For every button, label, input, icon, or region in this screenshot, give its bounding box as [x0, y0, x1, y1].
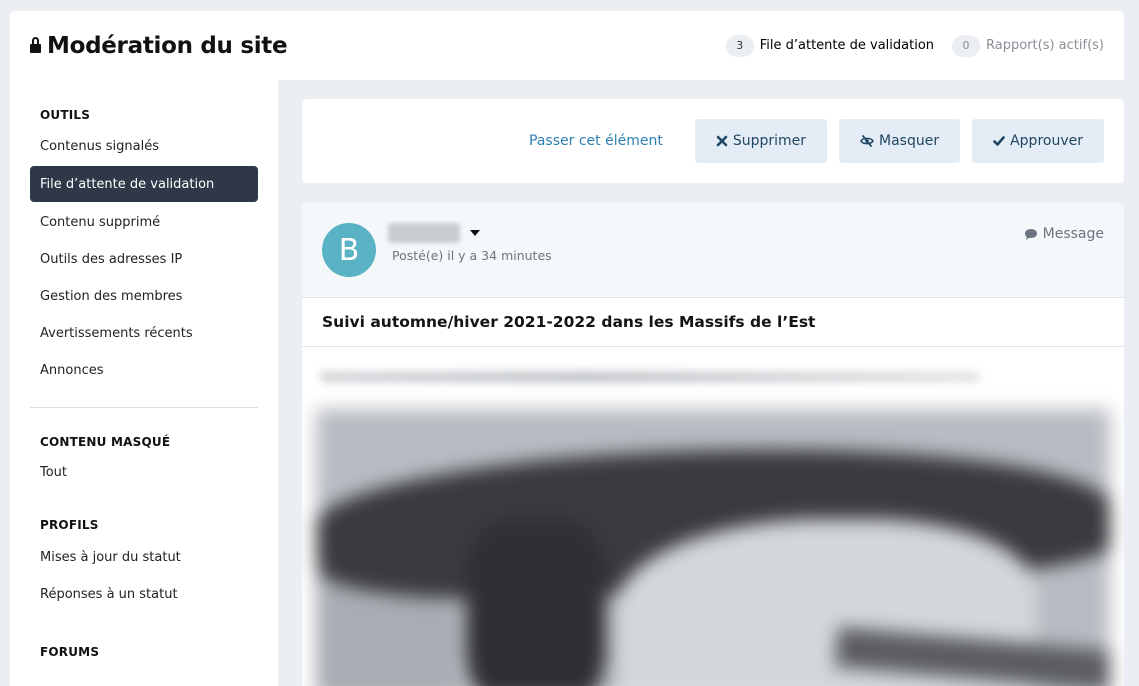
comment-icon: [1024, 228, 1037, 240]
caret-down-icon: [470, 230, 480, 236]
close-icon: [716, 135, 728, 147]
queued-post: B Posté(e) il y a 34 minutes Message Sui…: [302, 203, 1124, 686]
queue-count-badge: 3: [725, 34, 754, 57]
check-icon: [993, 136, 1005, 146]
sidebar-heading-profiles: PROFILS: [40, 518, 99, 532]
header-counts: 3 File d’attente de validation 0 Rapport…: [725, 34, 1104, 57]
sidebar-item-ip-tools[interactable]: Outils des adresses IP: [30, 241, 258, 277]
author-menu[interactable]: [388, 223, 480, 243]
author-name-redacted: [388, 223, 460, 243]
page-title-wrap: Modération du site: [30, 32, 288, 59]
avatar[interactable]: B: [322, 223, 376, 277]
page-title: Modération du site: [47, 32, 288, 59]
hide-button[interactable]: Masquer: [839, 119, 961, 163]
sidebar: OUTILS Contenus signalés File d’attente …: [10, 80, 278, 686]
delete-button[interactable]: Supprimer: [694, 119, 827, 163]
post-header: B Posté(e) il y a 34 minutes Message: [302, 203, 1124, 298]
lock-icon: [30, 36, 41, 53]
message-link-label: Message: [1042, 226, 1104, 242]
sidebar-item-deleted-content[interactable]: Contenu supprimé: [30, 204, 258, 240]
sidebar-item-reported-content[interactable]: Contenus signalés: [30, 128, 258, 164]
sidebar-heading-forums: FORUMS: [40, 645, 100, 659]
sidebar-heading-hidden-content: CONTENU MASQUÉ: [40, 435, 171, 449]
queue-count-label: File d’attente de validation: [759, 38, 935, 53]
message-link[interactable]: Message: [1024, 226, 1104, 242]
sidebar-item-all[interactable]: Tout: [30, 454, 258, 490]
sidebar-item-member-management[interactable]: Gestion des membres: [30, 278, 258, 314]
sidebar-item-announcements[interactable]: Annonces: [30, 352, 258, 388]
post-body: [302, 347, 1124, 686]
sidebar-item-approval-queue[interactable]: File d’attente de validation: [30, 166, 258, 202]
moderation-actions: Passer cet élément Supprimer Masquer App…: [302, 99, 1124, 183]
reports-count-badge: 0: [952, 34, 981, 57]
eye-slash-icon: [860, 135, 874, 147]
approve-button-label: Approuver: [1010, 133, 1083, 149]
reports-count-label: Rapport(s) actif(s): [986, 38, 1104, 53]
delete-button-label: Supprimer: [732, 133, 806, 149]
queue-count-link[interactable]: 3 File d’attente de validation: [725, 34, 935, 57]
post-timestamp: Posté(e) il y a 34 minutes: [392, 248, 552, 263]
sidebar-item-recent-warnings[interactable]: Avertissements récents: [30, 315, 258, 351]
page-header: Modération du site 3 File d’attente de v…: [10, 11, 1124, 80]
sidebar-item-status-replies[interactable]: Réponses à un statut: [30, 576, 258, 612]
post-image-blurred: [316, 409, 1110, 686]
sidebar-heading-outils: OUTILS: [40, 108, 91, 122]
approve-button[interactable]: Approuver: [972, 119, 1104, 163]
sidebar-item-status-updates[interactable]: Mises à jour du statut: [30, 539, 258, 575]
post-title: Suivi automne/hiver 2021-2022 dans les M…: [302, 298, 1124, 347]
reports-count-link[interactable]: 0 Rapport(s) actif(s): [952, 34, 1104, 57]
skip-item-link[interactable]: Passer cet élément: [529, 133, 663, 149]
hide-button-label: Masquer: [879, 133, 940, 149]
sidebar-divider: [30, 407, 258, 408]
post-text-redacted: [320, 371, 980, 383]
